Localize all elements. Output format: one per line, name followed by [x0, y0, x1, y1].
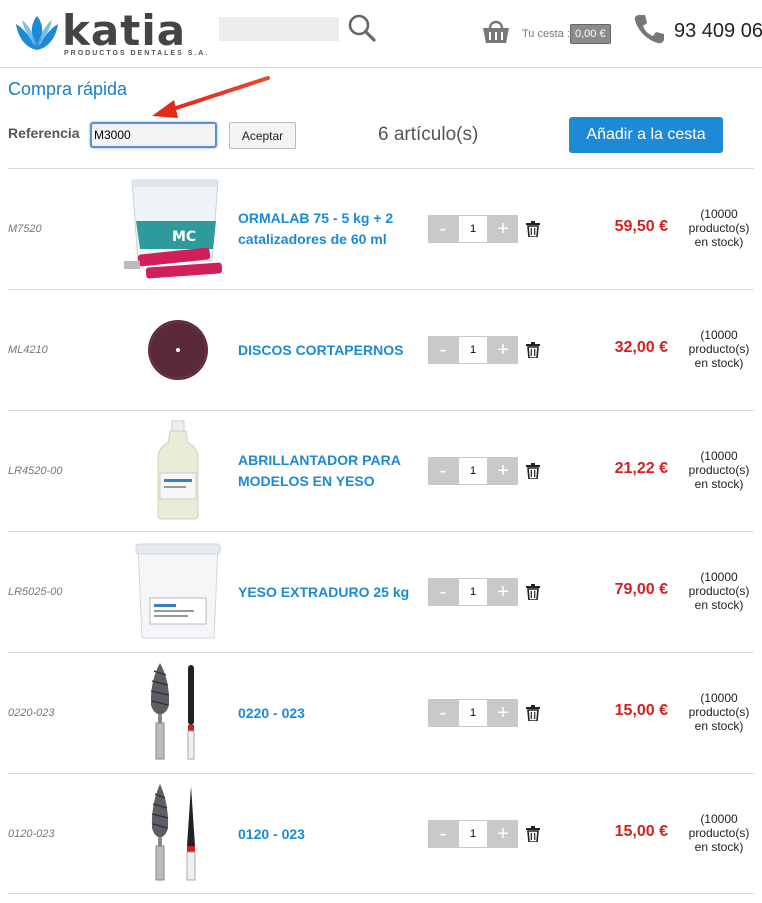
increase-quantity-button[interactable]: + [488, 820, 518, 848]
product-name-link[interactable]: YESO EXTRADURO 25 kg [238, 532, 413, 652]
katia-logo[interactable]: katia PRODUCTOS DENTALES S.A. [14, 6, 207, 60]
cart-total-badge[interactable]: 0,00 € [570, 24, 611, 44]
decrease-quantity-button[interactable]: - [428, 578, 458, 606]
bucket-with-tubes-image[interactable]: MC [120, 177, 236, 281]
decrease-quantity-button[interactable]: - [428, 699, 458, 727]
accept-button[interactable]: Aceptar [229, 122, 296, 149]
increase-quantity-button[interactable]: + [488, 336, 518, 364]
page-title: Compra rápida [8, 79, 128, 99]
product-name-link[interactable]: ORMALAB 75 - 5 kg + 2 catalizadores de 6… [238, 169, 413, 289]
stock-info: (10000 producto(s) en stock) [688, 328, 750, 370]
trash-icon[interactable] [526, 826, 540, 842]
trash-icon[interactable] [526, 342, 540, 358]
decrease-quantity-button[interactable]: - [428, 457, 458, 485]
product-row: M7520 MC ORMALAB 75 - 5 kg + 2 catalizad… [8, 168, 754, 289]
phone-number[interactable]: 93 409 06 [674, 20, 762, 43]
product-reference: 0220-023 [8, 707, 55, 719]
disc-image[interactable] [120, 298, 236, 402]
quantity-input[interactable] [458, 215, 488, 243]
cart-label: Tu cesta : [522, 28, 570, 40]
search-icon[interactable] [346, 12, 378, 44]
product-reference: LR4520-00 [8, 465, 63, 477]
stock-info: (10000 producto(s) en stock) [688, 691, 750, 733]
decrease-quantity-button[interactable]: - [428, 820, 458, 848]
product-name-link[interactable]: DISCOS CORTAPERNOS [238, 290, 413, 410]
trash-icon[interactable] [526, 463, 540, 479]
site-header: katia PRODUCTOS DENTALES S.A. Tu cesta :… [0, 0, 762, 68]
product-name-link[interactable]: 0220 - 023 [238, 653, 413, 773]
product-row: LR5025-00 YESO EXTRADURO 25 kg - + 79,00… [8, 531, 754, 652]
quantity-input[interactable] [458, 457, 488, 485]
product-row: LR4520-00 ABRILLANTADOR PARA MODELOS EN … [8, 410, 754, 531]
increase-quantity-button[interactable]: + [488, 578, 518, 606]
quantity-input[interactable] [458, 336, 488, 364]
product-price: 79,00 € [614, 581, 668, 598]
search-input[interactable] [219, 17, 339, 41]
red-arrow-annotation [152, 76, 270, 118]
basket-icon[interactable] [481, 16, 511, 46]
product-price: 15,00 € [614, 702, 668, 719]
item-count: 6 artículo(s) [378, 124, 479, 145]
product-row: 0220-023 0220 - 023 - + 15,00 € (10000 p… [8, 652, 754, 773]
product-reference: ML4210 [8, 344, 48, 356]
product-row: ML4210 DISCOS CORTAPERNOS - + 32,00 € (1… [8, 289, 754, 410]
bottle-image[interactable] [120, 419, 236, 523]
product-reference: 0120-023 [8, 828, 55, 840]
increase-quantity-button[interactable]: + [488, 215, 518, 243]
product-price: 59,50 € [614, 218, 668, 235]
logo-subtitle: PRODUCTOS DENTALES S.A. [64, 50, 210, 57]
logo-wordmark: katia [62, 6, 187, 55]
phone-icon [634, 15, 664, 44]
stock-info: (10000 producto(s) en stock) [688, 570, 750, 612]
decrease-quantity-button[interactable]: - [428, 215, 458, 243]
trash-icon[interactable] [526, 584, 540, 600]
product-reference: M7520 [8, 223, 42, 235]
product-list: M7520 MC ORMALAB 75 - 5 kg + 2 catalizad… [8, 168, 754, 894]
carbide-bur-cone-image[interactable] [120, 782, 236, 886]
lotus-logo-icon [16, 16, 58, 50]
product-price: 15,00 € [614, 823, 668, 840]
reference-input[interactable] [90, 122, 217, 148]
quantity-input[interactable] [458, 820, 488, 848]
product-reference: LR5025-00 [8, 586, 63, 598]
product-name-link[interactable]: 0120 - 023 [238, 774, 413, 894]
stock-info: (10000 producto(s) en stock) [688, 812, 750, 854]
trash-icon[interactable] [526, 705, 540, 721]
product-row: 0120-023 0120 - 023 - + 15,00 € (10000 p… [8, 773, 754, 894]
product-price: 32,00 € [614, 339, 668, 356]
carbide-bur-image[interactable] [120, 661, 236, 765]
reference-label: Referencia [8, 125, 80, 141]
svg-text:MC: MC [172, 229, 196, 245]
quantity-input[interactable] [458, 578, 488, 606]
product-name-link[interactable]: ABRILLANTADOR PARA MODELOS EN YESO [238, 411, 413, 531]
stock-info: (10000 producto(s) en stock) [688, 207, 750, 249]
trash-icon[interactable] [526, 221, 540, 237]
quantity-input[interactable] [458, 699, 488, 727]
product-price: 21,22 € [614, 460, 668, 477]
bucket-image[interactable] [120, 540, 236, 644]
stock-info: (10000 producto(s) en stock) [688, 449, 750, 491]
increase-quantity-button[interactable]: + [488, 457, 518, 485]
increase-quantity-button[interactable]: + [488, 699, 518, 727]
decrease-quantity-button[interactable]: - [428, 336, 458, 364]
add-to-cart-button[interactable]: Añadir a la cesta [569, 117, 723, 153]
